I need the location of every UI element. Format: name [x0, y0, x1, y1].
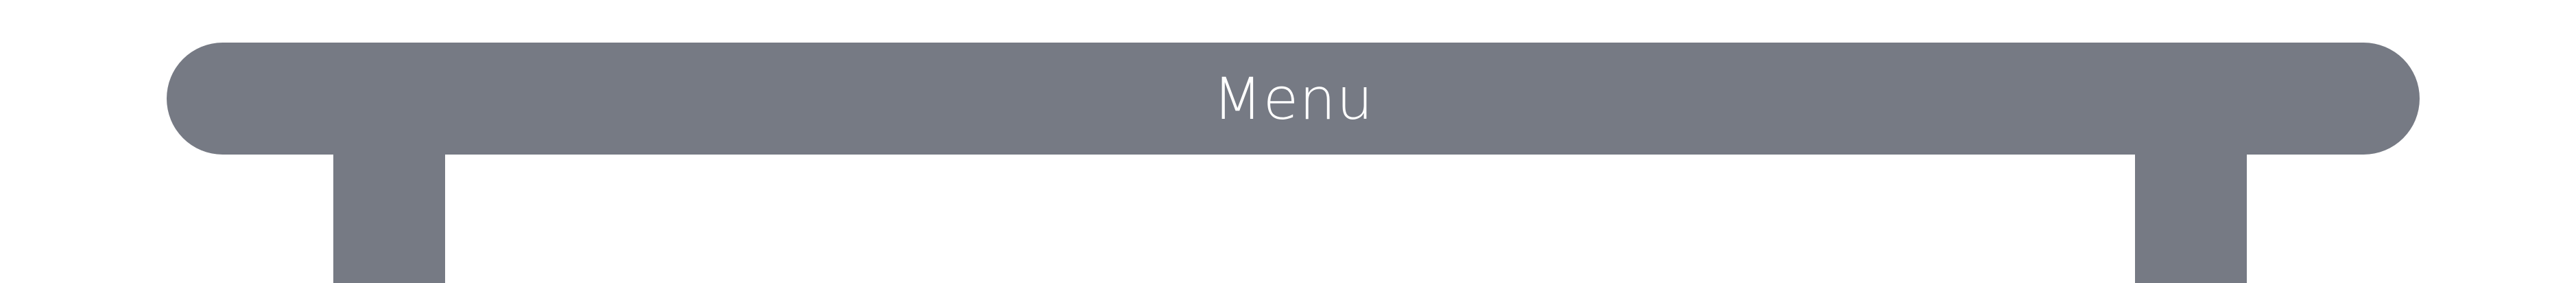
- menu-frame: Menu: [0, 0, 2576, 283]
- menu-title: Menu: [1213, 65, 1374, 133]
- menu-left-support: [333, 137, 445, 283]
- menu-right-support: [2135, 137, 2247, 283]
- menu-header-bar[interactable]: Menu: [167, 43, 2420, 155]
